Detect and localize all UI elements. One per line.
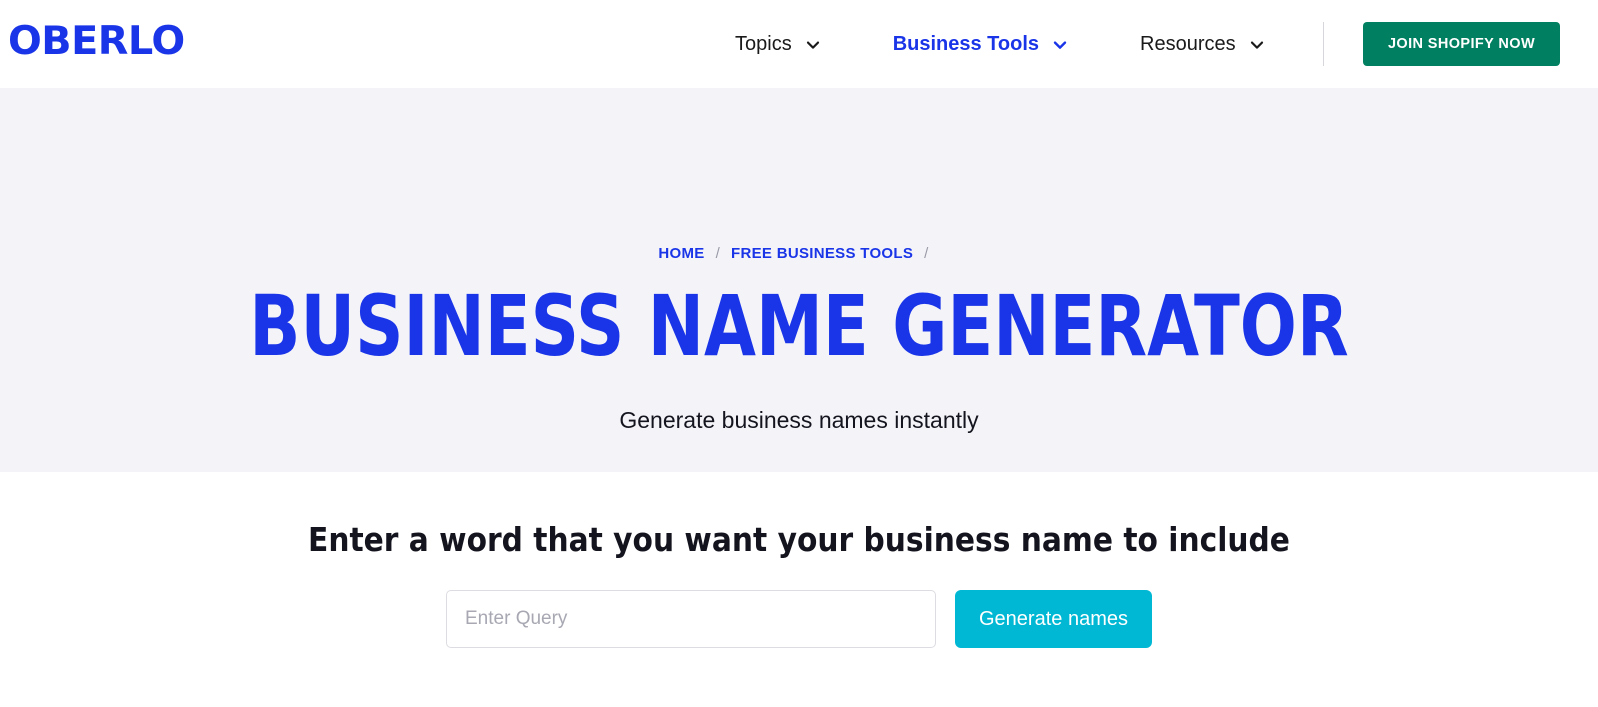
nav-item-label: Business Tools [892,33,1040,55]
breadcrumb: HOME / FREE BUSINESS TOOLS / [0,245,1598,262]
generator-form-section: Enter a word that you want your business… [0,472,1598,707]
site-header: OBERLO Topics Business Tools Resources J… [0,0,1598,88]
nav-item-label: Resources [1140,33,1236,55]
page-title: BUSINESS NAME GENERATOR [249,277,1349,375]
header-divider [1323,22,1324,66]
main-navigation: Topics Business Tools Resources [735,0,1265,88]
nav-item-topics[interactable]: Topics [735,34,821,54]
query-input[interactable] [446,590,936,648]
breadcrumb-item-home[interactable]: HOME [658,245,704,262]
page-subtitle: Generate business names instantly [619,407,979,433]
nav-item-resources[interactable]: Resources [1140,34,1265,54]
breadcrumb-item-free-business-tools[interactable]: FREE BUSINESS TOOLS [731,245,913,262]
chevron-down-icon [805,37,821,53]
generator-form-row: Generate names [0,590,1598,648]
nav-item-business-tools[interactable]: Business Tools [893,34,1068,54]
chevron-down-icon [1249,37,1265,53]
form-heading: Enter a word that you want your business… [308,520,1290,559]
join-shopify-now-button[interactable]: JOIN SHOPIFY NOW [1363,22,1560,66]
oberlo-logo[interactable]: OBERLO [8,22,185,61]
breadcrumb-separator: / [924,245,929,262]
chevron-down-icon [1052,37,1068,53]
hero-section: HOME / FREE BUSINESS TOOLS / BUSINESS NA… [0,88,1598,472]
nav-item-label: Topics [735,33,792,55]
breadcrumb-separator: / [715,245,721,262]
generate-names-button[interactable]: Generate names [955,590,1152,648]
